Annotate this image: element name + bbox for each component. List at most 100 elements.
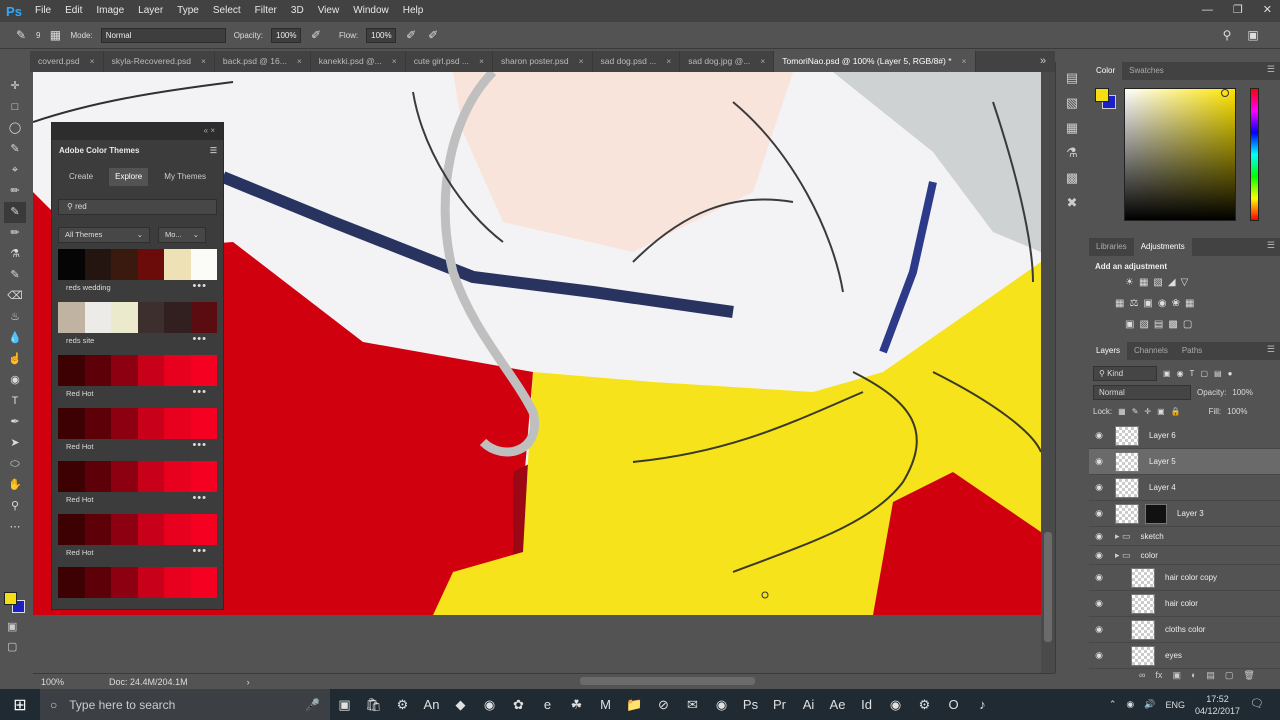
horizontal-scroll-thumb[interactable] [580,677,755,685]
tab-layers[interactable]: Layers [1089,342,1128,360]
hue-saturation-icon[interactable]: ▦ [1115,298,1124,309]
scroll-thumb[interactable] [1044,532,1052,642]
fill-field[interactable]: 100% [1227,407,1247,416]
color-swatch[interactable] [111,567,138,598]
color-swatch[interactable] [58,461,85,492]
menu-edit[interactable]: Edit [58,0,89,22]
airbrush-icon[interactable]: ✐ [404,28,418,42]
color-swatch[interactable] [137,302,164,333]
firefox-icon[interactable]: ◉ [475,697,504,713]
color-swatch[interactable] [111,249,138,280]
layer-mask-thumbnail[interactable] [1145,503,1167,524]
notification-icon[interactable]: 🗨 [1250,697,1264,710]
color-swatch[interactable] [84,249,111,280]
photo-filter-icon[interactable]: ◉ [1158,298,1167,309]
close-tab-icon[interactable]: × [760,51,765,72]
quick-mask-icon[interactable]: ▣ [7,620,17,633]
app-icon[interactable]: M [591,697,620,712]
quick-select-icon[interactable]: ✎ [4,139,26,160]
menu-select[interactable]: Select [206,0,248,22]
visibility-eye-icon[interactable]: ◉ [1089,456,1109,467]
edit-toolbar-icon[interactable]: ⋯ [4,517,26,538]
menu-window[interactable]: Window [346,0,396,22]
color-theme[interactable]: Red Hot ••• [58,461,217,514]
task-view-icon[interactable]: ▣ [330,697,359,713]
smart-filter-icon[interactable]: ▤ [1214,369,1222,378]
visibility-eye-icon[interactable]: ◉ [1089,550,1109,561]
mode-dropdown[interactable]: Normal [100,27,226,43]
doc-tab[interactable]: sad dog.jpg @... × [680,51,775,72]
color-picker-cursor[interactable] [1221,89,1229,97]
visibility-eye-icon[interactable]: ◉ [1089,624,1109,635]
type-filter-icon[interactable]: T [1190,369,1195,378]
more-options-icon[interactable]: ••• [192,280,207,292]
layer-thumbnail[interactable] [1131,619,1155,640]
blur-tool-icon[interactable]: 💧 [4,328,26,349]
taskbar-search[interactable]: ○ Type here to search 🎤 [40,689,330,720]
animate-icon[interactable]: An [417,697,446,712]
app-icon[interactable]: ⚙ [910,697,939,713]
theme-swatches[interactable] [58,355,217,386]
color-swatch[interactable] [84,514,111,545]
color-swatch[interactable] [164,355,191,386]
layer-group[interactable]: ◉ ▸ ▭ sketch [1089,527,1280,546]
tab-create[interactable]: Create [63,168,99,186]
lock-transparency-icon[interactable]: ▦ [1118,407,1126,416]
layer-thumbnail[interactable] [1115,503,1139,524]
doc-tab[interactable]: kanekki.psd @... × [311,51,406,72]
theme-swatches[interactable] [58,567,217,598]
adjustment-filter-icon[interactable]: ◉ [1177,369,1184,378]
lock-pixels-icon[interactable]: ✎ [1132,407,1139,416]
layer-thumbnail[interactable] [1115,425,1139,446]
color-theme[interactable]: reds wedding ••• [58,249,217,302]
opacity-field[interactable]: 100% [271,27,302,43]
color-swatch[interactable] [164,514,191,545]
layer-row[interactable]: ◉ cloths color [1089,617,1280,643]
status-arrow-icon[interactable]: › [247,677,250,687]
panel-menu-icon[interactable]: ☰ [1267,240,1275,251]
network-icon[interactable]: ◉ [1126,699,1134,710]
sort-dropdown[interactable]: Mo... ⌄ [158,227,206,243]
color-swatch[interactable] [190,302,217,333]
posterize-icon[interactable]: ▧ [1139,319,1148,330]
panel-menu-icon[interactable]: ☰ [1267,64,1275,75]
more-options-icon[interactable]: ••• [192,545,207,557]
visibility-eye-icon[interactable]: ◉ [1089,531,1109,542]
layer-thumbnail[interactable] [1131,645,1155,666]
doc-tab[interactable]: coverd.psd × [30,51,104,72]
workspace-icon[interactable]: ▣ [1246,28,1260,42]
visibility-eye-icon[interactable]: ◉ [1089,430,1109,441]
close-icon[interactable]: ✕ [1263,0,1272,20]
tab-explore[interactable]: Explore [109,168,149,186]
app-icon[interactable]: ◉ [881,697,910,713]
lock-all-icon[interactable]: 🔒 [1171,407,1181,416]
color-swatch[interactable] [137,249,164,280]
pencil-tool-icon[interactable]: ✏ [4,223,26,244]
app-icon[interactable]: ♪ [968,697,997,712]
lock-artboard-icon[interactable]: ▣ [1157,407,1165,416]
all-themes-dropdown[interactable]: All Themes ⌄ [58,227,150,243]
tab-channels[interactable]: Channels [1127,342,1175,360]
color-swatch[interactable] [190,514,217,545]
flow-field[interactable]: 100% [366,27,397,43]
brightness-icon[interactable]: ☀ [1125,277,1134,288]
restore-icon[interactable]: ❐ [1233,0,1243,20]
vertical-scrollbar[interactable] [1041,72,1055,673]
color-swatch[interactable] [84,302,111,333]
doc-tab[interactable]: sad dog.psd ... × [593,51,681,72]
lasso-tool-icon[interactable]: ◯ [4,118,26,139]
language-indicator[interactable]: ENG [1165,700,1185,710]
brush-panel-icon[interactable]: ▦ [48,28,62,42]
hand-tool-icon[interactable]: ✋ [4,475,26,496]
doc-tab-active[interactable]: TomoriNao.psd @ 100% (Layer 5, RGB/8#) *… [774,51,976,72]
doc-tab[interactable]: cute girl.psd ... × [406,51,493,72]
folder-icon[interactable]: ▸ ▭ [1115,550,1131,561]
pixel-filter-icon[interactable]: ▣ [1163,369,1171,378]
hue-slider[interactable] [1250,88,1259,221]
fx-icon[interactable]: fx [1155,664,1162,686]
layer-row[interactable]: ◉ Layer 5 [1089,449,1280,475]
brush-presets-icon[interactable]: ▦ [1066,120,1078,136]
doc-tab[interactable]: skyla-Recovered.psd × [104,51,215,72]
color-swatch[interactable] [164,302,191,333]
type-tool-icon[interactable]: T [4,391,26,412]
